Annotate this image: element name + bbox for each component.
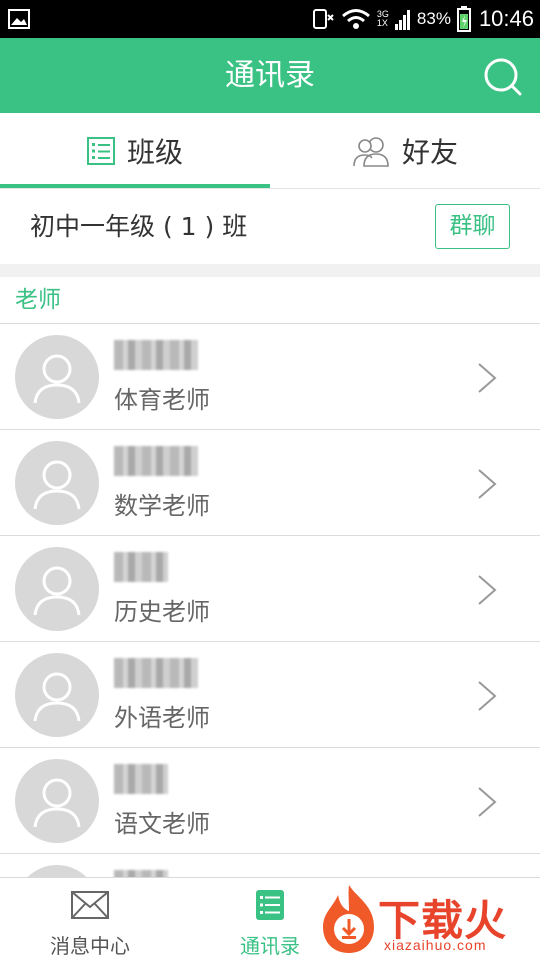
- watermark-logo: 下载火 xiazaihuo.com: [318, 883, 538, 957]
- avatar: [15, 759, 99, 843]
- default-avatar-icon: [33, 566, 81, 616]
- contact-row[interactable]: 语文老师: [0, 748, 540, 854]
- contact-list: 体育老师 数学老师 历史老师 外语老师 语文老师: [0, 324, 540, 949]
- contact-row[interactable]: 历史老师: [0, 536, 540, 642]
- default-avatar-icon: [33, 460, 81, 510]
- wifi-icon: [341, 9, 370, 29]
- chevron-right-icon: [478, 787, 497, 817]
- chevron-right-icon: [478, 681, 497, 711]
- flame-logo-icon: [323, 885, 374, 953]
- tab-friends[interactable]: 好友: [270, 113, 540, 188]
- search-icon[interactable]: [482, 56, 524, 98]
- network-type: 3G 1X: [377, 10, 389, 28]
- contact-name-blurred: [114, 658, 198, 688]
- list-icon: [86, 136, 115, 165]
- page-title: 通讯录: [225, 58, 315, 93]
- signal-icon: [394, 10, 410, 30]
- clock: 10:46: [478, 6, 534, 31]
- section-header-teachers: 老师: [15, 287, 61, 313]
- contact-name-blurred: [114, 340, 198, 370]
- default-avatar-icon: [33, 672, 81, 722]
- contact-role: 外语老师: [114, 704, 210, 732]
- contact-role: 体育老师: [114, 386, 210, 414]
- contact-role: 数学老师: [114, 492, 210, 520]
- class-row: 初中一年级 ( 1 ) 班 群聊: [0, 188, 540, 264]
- status-bar: 3G 1X 83% 10:46: [0, 0, 540, 38]
- tab-friends-label: 好友: [401, 135, 458, 169]
- contact-name-blurred: [114, 552, 168, 582]
- default-avatar-icon: [33, 354, 81, 404]
- default-avatar-icon: [33, 778, 81, 828]
- watermark-url: xiazaihuo.com: [384, 937, 487, 953]
- contact-role: 历史老师: [114, 598, 210, 626]
- nav-messages[interactable]: 消息中心: [0, 878, 180, 960]
- tab-class[interactable]: 班级: [0, 113, 270, 188]
- nav-messages-label: 消息中心: [50, 934, 130, 958]
- gallery-notification-icon: [8, 9, 30, 29]
- chevron-right-icon: [478, 575, 497, 605]
- contacts-list-icon: [256, 890, 284, 920]
- chevron-right-icon: [478, 363, 497, 393]
- avatar: [15, 441, 99, 525]
- silent-mode-icon: [312, 9, 334, 29]
- avatar: [15, 547, 99, 631]
- chevron-right-icon: [478, 469, 497, 499]
- envelope-icon: [71, 891, 109, 919]
- friends-icon: [353, 136, 389, 167]
- app-header: 通讯录: [0, 38, 540, 113]
- battery-percent: 83%: [416, 9, 451, 28]
- contact-row[interactable]: 体育老师: [0, 324, 540, 430]
- battery-charging-icon: [456, 6, 471, 32]
- contact-row[interactable]: 数学老师: [0, 430, 540, 536]
- avatar: [15, 653, 99, 737]
- class-name: 初中一年级 ( 1 ) 班: [30, 212, 248, 241]
- section-divider: [0, 264, 540, 277]
- tab-class-label: 班级: [126, 135, 183, 169]
- group-chat-button[interactable]: 群聊: [435, 204, 510, 249]
- tab-bar: 班级 好友: [0, 113, 540, 188]
- contact-name-blurred: [114, 764, 168, 794]
- contact-row[interactable]: 外语老师: [0, 642, 540, 748]
- avatar: [15, 335, 99, 419]
- contact-role: 语文老师: [114, 810, 210, 838]
- network-type-bottom: 1X: [376, 18, 388, 28]
- contact-name-blurred: [114, 446, 198, 476]
